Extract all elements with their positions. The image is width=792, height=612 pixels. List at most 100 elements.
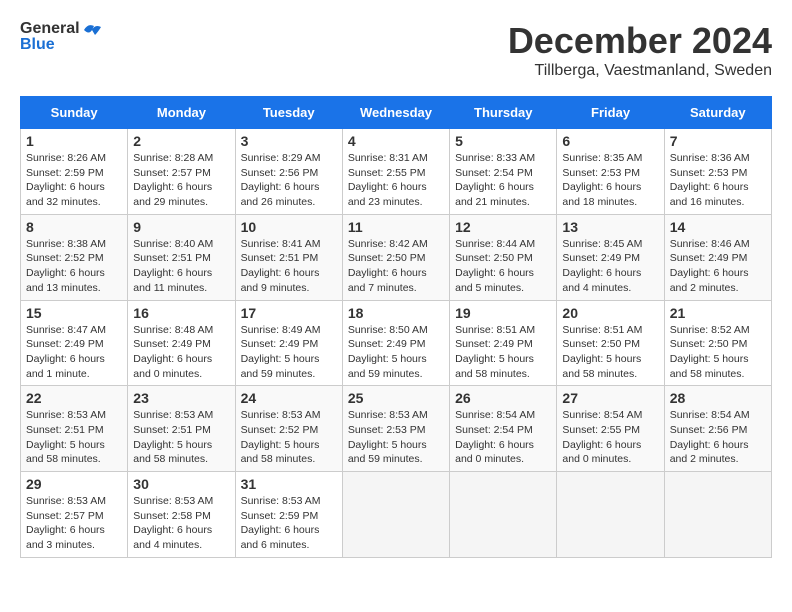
day-info: Sunrise: 8:53 AM Sunset: 2:53 PM Dayligh… — [348, 408, 444, 467]
day-info: Sunrise: 8:35 AM Sunset: 2:53 PM Dayligh… — [562, 151, 658, 210]
day-info: Sunrise: 8:53 AM Sunset: 2:57 PM Dayligh… — [26, 494, 122, 553]
weekday-header-sunday: Sunday — [21, 97, 128, 129]
calendar-cell: 19Sunrise: 8:51 AM Sunset: 2:49 PM Dayli… — [450, 300, 557, 386]
day-number: 29 — [26, 476, 122, 492]
calendar-cell: 21 Sunrise: 8:52 AM Sunset: 2:50 PM Dayli… — [664, 300, 771, 386]
calendar-cell: 3 Sunrise: 8:29 AM Sunset: 2:56 PM Daylig… — [235, 129, 342, 215]
calendar-cell: 22 Sunrise: 8:53 AM Sunset: 2:51 PM Dayli… — [21, 386, 128, 472]
logo-bird-icon — [82, 20, 104, 38]
location-title: Tillberga, Vaestmanland, Sweden — [508, 62, 772, 80]
calendar-cell: 2 Sunrise: 8:28 AM Sunset: 2:57 PM Daylig… — [128, 129, 235, 215]
day-number: 4 — [348, 133, 444, 149]
day-info: Sunrise: 8:44 AM Sunset: 2:50 PM Dayligh… — [455, 237, 551, 296]
day-info: Sunrise: 8:28 AM Sunset: 2:57 PM Dayligh… — [133, 151, 229, 210]
day-number: 11 — [348, 219, 444, 235]
day-info: Sunrise: 8:54 AM Sunset: 2:56 PM Dayligh… — [670, 408, 766, 467]
weekday-header-saturday: Saturday — [664, 97, 771, 129]
day-info: Sunrise: 8:36 AM Sunset: 2:53 PM Dayligh… — [670, 151, 766, 210]
day-info: Sunrise: 8:48 AM Sunset: 2:49 PM Dayligh… — [133, 323, 229, 382]
day-number: 30 — [133, 476, 229, 492]
day-number: 5 — [455, 133, 551, 149]
calendar-cell: 26Sunrise: 8:54 AM Sunset: 2:54 PM Dayli… — [450, 386, 557, 472]
page-header: GeneralBlue General Blue December 2024 T… — [20, 20, 772, 80]
calendar-cell: 27Sunrise: 8:54 AM Sunset: 2:55 PM Dayli… — [557, 386, 664, 472]
day-info: Sunrise: 8:54 AM Sunset: 2:54 PM Dayligh… — [455, 408, 551, 467]
day-info: Sunrise: 8:40 AM Sunset: 2:51 PM Dayligh… — [133, 237, 229, 296]
day-number: 17 — [241, 305, 337, 321]
calendar-cell: 28 Sunrise: 8:54 AM Sunset: 2:56 PM Dayli… — [664, 386, 771, 472]
weekday-header-tuesday: Tuesday — [235, 97, 342, 129]
calendar-cell: 8 Sunrise: 8:38 AM Sunset: 2:52 PM Daylig… — [21, 214, 128, 300]
calendar-cell: 31 Sunrise: 8:53 AM Sunset: 2:59 PM Dayli… — [235, 472, 342, 558]
weekday-header-thursday: Thursday — [450, 97, 557, 129]
day-info: Sunrise: 8:53 AM Sunset: 2:58 PM Dayligh… — [133, 494, 229, 553]
calendar-cell: 25 Sunrise: 8:53 AM Sunset: 2:53 PM Dayli… — [342, 386, 449, 472]
logo-blue: Blue — [20, 36, 55, 54]
day-number: 7 — [670, 133, 766, 149]
day-number: 2 — [133, 133, 229, 149]
day-number: 31 — [241, 476, 337, 492]
calendar-cell: 17 Sunrise: 8:49 AM Sunset: 2:49 PM Dayli… — [235, 300, 342, 386]
day-number: 24 — [241, 390, 337, 406]
calendar-cell — [342, 472, 449, 558]
day-info: Sunrise: 8:49 AM Sunset: 2:49 PM Dayligh… — [241, 323, 337, 382]
day-info: Sunrise: 8:53 AM Sunset: 2:51 PM Dayligh… — [133, 408, 229, 467]
day-info: Sunrise: 8:47 AM Sunset: 2:49 PM Dayligh… — [26, 323, 122, 382]
calendar-cell: 11 Sunrise: 8:42 AM Sunset: 2:50 PM Dayli… — [342, 214, 449, 300]
day-info: Sunrise: 8:53 AM Sunset: 2:51 PM Dayligh… — [26, 408, 122, 467]
day-number: 20 — [562, 305, 658, 321]
calendar-cell: 6 Sunrise: 8:35 AM Sunset: 2:53 PM Daylig… — [557, 129, 664, 215]
day-info: Sunrise: 8:38 AM Sunset: 2:52 PM Dayligh… — [26, 237, 122, 296]
day-number: 6 — [562, 133, 658, 149]
weekday-header-wednesday: Wednesday — [342, 97, 449, 129]
day-info: Sunrise: 8:33 AM Sunset: 2:54 PM Dayligh… — [455, 151, 551, 210]
day-number: 13 — [562, 219, 658, 235]
weekday-header-friday: Friday — [557, 97, 664, 129]
day-info: Sunrise: 8:52 AM Sunset: 2:50 PM Dayligh… — [670, 323, 766, 382]
calendar-cell: 20 Sunrise: 8:51 AM Sunset: 2:50 PM Dayli… — [557, 300, 664, 386]
calendar-cell: 13 Sunrise: 8:45 AM Sunset: 2:49 PM Dayli… — [557, 214, 664, 300]
day-number: 3 — [241, 133, 337, 149]
calendar-table: SundayMondayTuesdayWednesdayThursdayFrid… — [20, 96, 772, 558]
calendar-cell: 9 Sunrise: 8:40 AM Sunset: 2:51 PM Daylig… — [128, 214, 235, 300]
weekday-header-monday: Monday — [128, 97, 235, 129]
day-number: 12 — [455, 219, 551, 235]
calendar-cell: 4 Sunrise: 8:31 AM Sunset: 2:55 PM Daylig… — [342, 129, 449, 215]
calendar-cell: 18Sunrise: 8:50 AM Sunset: 2:49 PM Dayli… — [342, 300, 449, 386]
day-info: Sunrise: 8:54 AM Sunset: 2:55 PM Dayligh… — [562, 408, 658, 467]
day-info: Sunrise: 8:41 AM Sunset: 2:51 PM Dayligh… — [241, 237, 337, 296]
calendar-cell — [664, 472, 771, 558]
day-info: Sunrise: 8:51 AM Sunset: 2:50 PM Dayligh… — [562, 323, 658, 382]
calendar-cell: 12 Sunrise: 8:44 AM Sunset: 2:50 PM Dayli… — [450, 214, 557, 300]
day-number: 28 — [670, 390, 766, 406]
day-number: 10 — [241, 219, 337, 235]
day-number: 14 — [670, 219, 766, 235]
calendar-cell: 29 Sunrise: 8:53 AM Sunset: 2:57 PM Dayli… — [21, 472, 128, 558]
day-info: Sunrise: 8:31 AM Sunset: 2:55 PM Dayligh… — [348, 151, 444, 210]
day-number: 18 — [348, 305, 444, 321]
day-info: Sunrise: 8:45 AM Sunset: 2:49 PM Dayligh… — [562, 237, 658, 296]
calendar-cell: 10 Sunrise: 8:41 AM Sunset: 2:51 PM Dayli… — [235, 214, 342, 300]
calendar-cell: 30 Sunrise: 8:53 AM Sunset: 2:58 PM Dayli… — [128, 472, 235, 558]
calendar-cell — [450, 472, 557, 558]
day-number: 25 — [348, 390, 444, 406]
calendar-cell: 14Sunrise: 8:46 AM Sunset: 2:49 PM Dayli… — [664, 214, 771, 300]
day-info: Sunrise: 8:29 AM Sunset: 2:56 PM Dayligh… — [241, 151, 337, 210]
day-info: Sunrise: 8:51 AM Sunset: 2:49 PM Dayligh… — [455, 323, 551, 382]
day-number: 22 — [26, 390, 122, 406]
day-info: Sunrise: 8:26 AM Sunset: 2:59 PM Dayligh… — [26, 151, 122, 210]
day-number: 8 — [26, 219, 122, 235]
calendar-cell: 7 Sunrise: 8:36 AM Sunset: 2:53 PM Daylig… — [664, 129, 771, 215]
calendar-cell: 24Sunrise: 8:53 AM Sunset: 2:52 PM Dayli… — [235, 386, 342, 472]
day-info: Sunrise: 8:53 AM Sunset: 2:59 PM Dayligh… — [241, 494, 337, 553]
day-number: 15 — [26, 305, 122, 321]
calendar-cell: 1 Sunrise: 8:26 AM Sunset: 2:59 PM Daylig… — [21, 129, 128, 215]
calendar-cell: 5 Sunrise: 8:33 AM Sunset: 2:54 PM Daylig… — [450, 129, 557, 215]
day-info: Sunrise: 8:42 AM Sunset: 2:50 PM Dayligh… — [348, 237, 444, 296]
day-number: 9 — [133, 219, 229, 235]
day-number: 21 — [670, 305, 766, 321]
day-number: 23 — [133, 390, 229, 406]
day-number: 1 — [26, 133, 122, 149]
calendar-cell — [557, 472, 664, 558]
calendar-cell: 16Sunrise: 8:48 AM Sunset: 2:49 PM Dayli… — [128, 300, 235, 386]
